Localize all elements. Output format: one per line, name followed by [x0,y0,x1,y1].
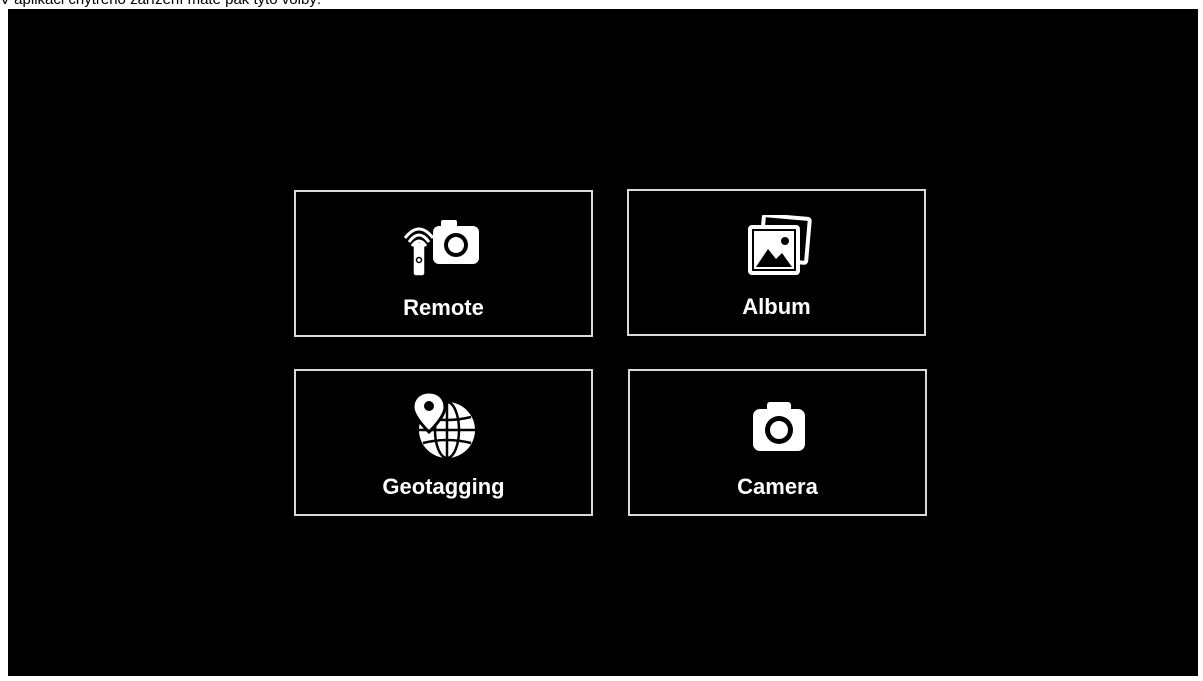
geotagging-icon [410,390,475,459]
remote-label: Remote [403,295,484,320]
app-screen: Remote Album Geotagging Camera [8,9,1198,676]
caption-text: V aplikaci chytrého zařízení máte pak ty… [0,0,321,9]
camera-label: Camera [737,474,818,499]
album-icon [747,215,812,275]
camera-icon [752,402,805,451]
album-button[interactable]: Album [627,189,926,336]
geotagging-button[interactable]: Geotagging [294,369,593,516]
camera-button[interactable]: Camera [628,369,927,516]
remote-button[interactable]: Remote [294,190,593,337]
remote-camera-icon [403,220,479,277]
album-label: Album [742,294,811,319]
geotagging-label: Geotagging [382,474,505,499]
